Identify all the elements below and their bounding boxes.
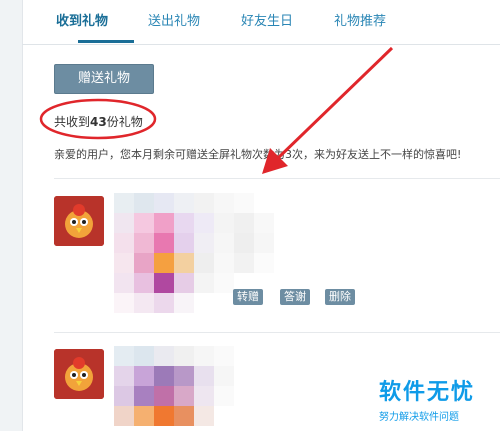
tab-gift-recommendations[interactable]: 礼物推荐 — [334, 10, 386, 29]
tab-friend-birthdays[interactable]: 好友生日 — [241, 10, 293, 29]
rooster-icon — [54, 196, 104, 246]
tab-sent-gifts[interactable]: 送出礼物 — [148, 10, 200, 29]
gift-tabs: 收到礼物 送出礼物 好友生日 礼物推荐 — [22, 0, 500, 45]
tab-received-gifts[interactable]: 收到礼物 — [56, 10, 108, 29]
watermark: 软件无忧 努力解决软件问题 — [379, 374, 475, 423]
watermark-subtitle: 努力解决软件问题 — [379, 412, 459, 423]
active-tab-indicator — [78, 40, 134, 43]
divider — [54, 178, 500, 179]
send-gift-button[interactable]: 赠送礼物 — [54, 64, 154, 94]
blurred-gift-image — [114, 346, 274, 426]
rooster-icon — [54, 349, 104, 399]
forward-gift-button[interactable]: 转赠 — [233, 289, 263, 305]
avatar[interactable] — [54, 196, 104, 246]
highlight-oval — [39, 98, 157, 140]
divider — [54, 332, 500, 333]
fullscreen-gift-notice: 亲爱的用户，您本月剩余可赠送全屏礼物次数为3次，来为好友送上不一样的惊喜吧! — [54, 148, 462, 161]
watermark-title: 软件无忧 — [379, 380, 476, 405]
delete-button[interactable]: 删除 — [325, 289, 355, 305]
left-panel-strip — [0, 0, 23, 431]
thank-button[interactable]: 答谢 — [280, 289, 310, 305]
avatar[interactable] — [54, 349, 104, 399]
